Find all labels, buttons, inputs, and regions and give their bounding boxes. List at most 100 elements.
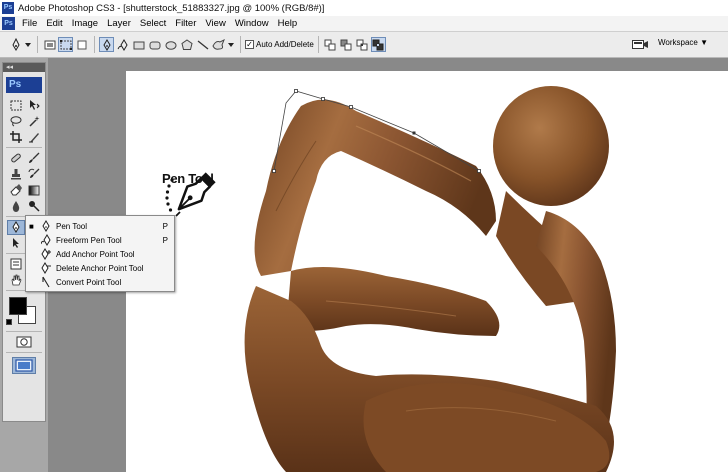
- pen-icon: [102, 38, 111, 51]
- shape-layers-icon: [44, 40, 55, 49]
- delete-anchor-point-icon: [41, 262, 51, 274]
- marquee-tool[interactable]: [7, 98, 25, 113]
- options-bar: ✓ Auto Add/Delete Workspace ▼: [0, 31, 728, 58]
- freeform-pen-icon: [117, 38, 128, 51]
- flyout-item-convert-point-tool[interactable]: Convert Point Tool: [26, 275, 174, 289]
- flyout-item-freeform-pen-tool[interactable]: Freeform Pen Tool P: [26, 233, 174, 247]
- path-add-mode[interactable]: [323, 37, 338, 52]
- paths-icon: [59, 39, 72, 50]
- menu-window[interactable]: Window: [235, 18, 269, 29]
- chevron-down-icon: [25, 42, 31, 47]
- custom-shape-dropdown[interactable]: [227, 37, 235, 52]
- menu-filter[interactable]: Filter: [175, 18, 196, 29]
- dodge-icon: [29, 201, 40, 212]
- path-add-icon: [324, 39, 336, 50]
- custom-shape-option[interactable]: [211, 37, 226, 52]
- separator: [6, 352, 42, 353]
- menu-select[interactable]: Select: [140, 18, 166, 29]
- shape-layers-button[interactable]: [42, 37, 57, 52]
- brush-tool[interactable]: [25, 151, 43, 166]
- line-icon: [197, 39, 208, 50]
- move-icon: [30, 100, 40, 110]
- separator: [37, 36, 38, 53]
- slice-tool[interactable]: [25, 130, 43, 145]
- healing-brush-tool[interactable]: [7, 151, 25, 166]
- polygon-icon: [180, 38, 193, 50]
- app-logo: Ps: [2, 2, 14, 14]
- menu-app-logo[interactable]: Ps: [2, 17, 15, 30]
- menu-help[interactable]: Help: [278, 18, 298, 29]
- flyout-item-add-anchor-point-tool[interactable]: Add Anchor Point Tool: [26, 247, 174, 261]
- menu-edit[interactable]: Edit: [46, 18, 62, 29]
- magic-wand-tool[interactable]: [25, 114, 43, 129]
- path-selection-tool[interactable]: [7, 236, 25, 251]
- workspace-menu[interactable]: Workspace ▼: [658, 38, 708, 47]
- polygon-option[interactable]: [179, 37, 194, 52]
- path-exclude-mode[interactable]: [370, 37, 386, 52]
- auto-add-delete-label: Auto Add/Delete: [256, 40, 314, 49]
- checkbox-box[interactable]: ✓: [245, 40, 254, 49]
- bandage-icon: [11, 153, 21, 163]
- line-option[interactable]: [195, 37, 210, 52]
- move-tool[interactable]: [25, 98, 43, 113]
- gradient-tool[interactable]: [25, 183, 43, 198]
- history-brush-tool[interactable]: [25, 167, 43, 182]
- blur-tool[interactable]: [7, 199, 25, 214]
- title-bar: Ps Adobe Photoshop CS3 - [shutterstock_5…: [0, 0, 728, 16]
- ellipse-option[interactable]: [163, 37, 178, 52]
- path-intersect-mode[interactable]: [355, 37, 370, 52]
- marquee-icon: [10, 100, 22, 110]
- document-canvas[interactable]: [126, 71, 728, 472]
- flyout-item-pen-tool[interactable]: ■ Pen Tool P: [26, 219, 174, 233]
- fill-pixels-icon: [77, 40, 86, 49]
- menu-view[interactable]: View: [205, 18, 225, 29]
- screen-mode-button[interactable]: [12, 356, 36, 374]
- menu-bar: Ps File Edit Image Layer Select Filter V…: [0, 16, 728, 31]
- default-colors-icon[interactable]: [6, 319, 12, 325]
- foreground-color[interactable]: [9, 297, 27, 315]
- palette-well-icon[interactable]: [632, 38, 648, 51]
- separator: [6, 331, 42, 332]
- flyout-shortcut: P: [162, 235, 168, 245]
- flyout-item-delete-anchor-point-tool[interactable]: Delete Anchor Point Tool: [26, 261, 174, 275]
- menu-layer[interactable]: Layer: [107, 18, 131, 29]
- clone-stamp-tool[interactable]: [7, 167, 25, 182]
- freeform-pen-icon: [41, 234, 51, 246]
- add-anchor-point-icon: [41, 248, 51, 260]
- crop-tool[interactable]: [7, 130, 25, 145]
- path-subtract-mode[interactable]: [339, 37, 354, 52]
- menu-file[interactable]: File: [22, 18, 37, 29]
- lasso-tool[interactable]: [7, 114, 25, 129]
- pen-icon: [42, 220, 50, 232]
- screen-mode-icon: [15, 358, 33, 372]
- pen-tool[interactable]: [7, 219, 25, 235]
- rounded-rectangle-option[interactable]: [147, 37, 162, 52]
- freeform-pen-option[interactable]: [115, 37, 130, 52]
- menu-image[interactable]: Image: [72, 18, 98, 29]
- auto-add-delete-checkbox[interactable]: ✓ Auto Add/Delete: [245, 40, 314, 49]
- dodge-tool[interactable]: [25, 199, 43, 214]
- notes-tool[interactable]: [7, 257, 25, 272]
- eraser-icon: [10, 184, 22, 196]
- convert-point-icon: [42, 276, 50, 288]
- toolbox-logo[interactable]: Ps: [6, 77, 42, 93]
- arrow-icon: [13, 238, 19, 248]
- fill-pixels-button[interactable]: [74, 37, 89, 52]
- tool-preset-picker[interactable]: [8, 37, 23, 52]
- hand-tool[interactable]: [7, 273, 25, 288]
- sculpture-image: [244, 86, 616, 472]
- toolbox-collapse-handle[interactable]: ◂◂: [3, 63, 45, 72]
- pen-tool-option[interactable]: [99, 37, 114, 52]
- rectangle-shape-option[interactable]: [131, 37, 146, 52]
- history-brush-icon: [28, 168, 40, 178]
- preset-dropdown-arrow[interactable]: [24, 37, 32, 52]
- separator: [240, 36, 241, 53]
- eraser-tool[interactable]: [7, 183, 25, 198]
- magic-wand-icon: [29, 116, 40, 127]
- quick-mask-button[interactable]: [14, 335, 34, 350]
- path-intersect-icon: [356, 39, 368, 50]
- ellipse-icon: [165, 40, 176, 50]
- flyout-label: Freeform Pen Tool: [56, 235, 122, 245]
- paths-button[interactable]: [58, 37, 73, 52]
- brush-icon: [29, 152, 40, 163]
